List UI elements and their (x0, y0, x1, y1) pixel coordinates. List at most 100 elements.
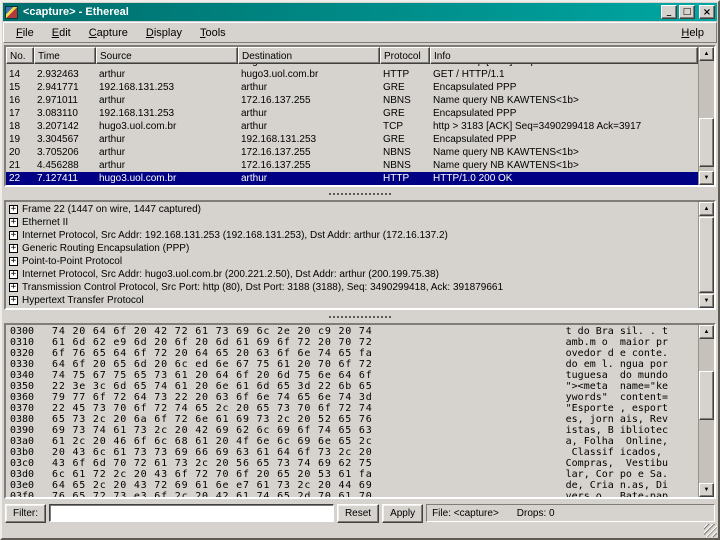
scroll-down-icon[interactable]: ▼ (699, 294, 714, 308)
maximize-button[interactable]: □ (679, 5, 695, 19)
scroll-up-icon[interactable]: ▲ (699, 202, 714, 216)
scroll-thumb[interactable] (699, 370, 714, 420)
filter-bar: Filter: Reset Apply File: <capture> Drop… (2, 501, 718, 525)
hex-row[interactable]: 03c0 43 6f 6d 70 72 61 73 2c 20 56 65 73 … (10, 458, 694, 469)
scroll-track[interactable] (699, 61, 714, 171)
menu-display[interactable]: Display (137, 25, 191, 41)
hex-row[interactable]: 0300 74 20 64 6f 20 42 72 61 73 69 6c 2e … (10, 326, 694, 337)
hex-ascii: do em l. ngua por (565, 359, 668, 370)
hex-offset: 03c0 (10, 458, 35, 469)
expander-icon[interactable]: + (9, 270, 18, 279)
packet-row[interactable]: 21 4.456288 arthur 172.16.137.255 NBNS N… (6, 159, 698, 172)
scroll-down-icon[interactable]: ▼ (699, 483, 714, 497)
scroll-track[interactable] (699, 216, 714, 294)
hex-row[interactable]: 0350 22 3e 3c 6d 65 74 61 20 6e 61 6d 65 … (10, 381, 694, 392)
resize-grip[interactable] (704, 524, 717, 537)
hex-row[interactable]: 0330 64 6f 20 65 6d 20 6c ed 6e 67 75 61 … (10, 359, 694, 370)
expander-icon[interactable]: + (9, 283, 18, 292)
cell-info: Name query NB KAWTENS<1b> (433, 147, 579, 158)
hex-row[interactable]: 03d0 6c 61 72 2c 20 43 6f 72 70 6f 20 65 … (10, 469, 694, 480)
detail-line[interactable]: + Internet Protocol, Src Addr: 192.168.1… (9, 229, 695, 242)
hex-row[interactable]: 03f0 76 65 72 73 e3 6f 2c 20 42 61 74 65 … (10, 491, 694, 497)
expander-icon[interactable]: + (9, 244, 18, 253)
cell-protocol: NBNS (383, 95, 411, 106)
expander-icon[interactable]: + (9, 296, 18, 305)
column-destination[interactable]: Destination (238, 47, 380, 64)
close-button[interactable]: × (699, 5, 715, 19)
pane-splitter[interactable] (4, 187, 716, 200)
hex-offset: 0360 (10, 392, 35, 403)
packet-row-selected[interactable]: 22 7.127411 hugo3.uol.com.br arthur HTTP… (6, 172, 698, 185)
expander-icon[interactable]: + (9, 231, 18, 240)
hex-row[interactable]: 0390 69 73 74 61 73 2c 20 42 69 62 6c 69 … (10, 425, 694, 436)
hex-ascii: a, Folha Online, (565, 436, 668, 447)
cell-time: 7.127411 (37, 173, 78, 184)
cell-no: 22 (9, 173, 21, 184)
detail-line[interactable]: + Transmission Control Protocol, Src Por… (9, 281, 695, 294)
hex-row[interactable]: 03b0 20 43 6c 61 73 73 69 66 69 63 61 64 … (10, 447, 694, 458)
scroll-track[interactable] (699, 339, 714, 483)
expander-icon[interactable]: + (9, 257, 18, 266)
detail-line[interactable]: + Ethernet II (9, 216, 695, 229)
detail-line[interactable]: + Generic Routing Encapsulation (PPP) (9, 242, 695, 255)
cell-info: Encapsulated PPP (433, 82, 517, 93)
packet-list-body: 13 2.929351 arthur hugo3.uol.com.br TCP … (6, 64, 698, 185)
packet-row[interactable]: 20 3.705206 arthur 172.16.137.255 NBNS N… (6, 146, 698, 159)
hex-bytes: 65 73 2c 20 6a 6f 72 6e 61 69 73 2c 20 5… (52, 414, 373, 425)
column-time[interactable]: Time (34, 47, 96, 64)
column-source[interactable]: Source (96, 47, 238, 64)
hex-row[interactable]: 0310 61 6d 62 e9 6d 20 6f 20 6d 61 69 6f … (10, 337, 694, 348)
hex-row[interactable]: 0340 74 75 67 75 65 73 61 20 64 6f 20 6d … (10, 370, 694, 381)
scroll-thumb[interactable] (699, 216, 714, 294)
splitter-handle-icon[interactable] (329, 315, 391, 318)
menu-tools[interactable]: Tools (191, 25, 235, 41)
reset-button[interactable]: Reset (336, 503, 380, 523)
hex-bytes: 69 73 74 61 73 2c 20 42 69 62 6c 69 6f 7… (52, 425, 373, 436)
hex-row[interactable]: 03a0 61 2c 20 46 6f 6c 68 61 20 4f 6e 6c … (10, 436, 694, 447)
splitter-handle-icon[interactable] (329, 192, 391, 195)
detail-line[interactable]: + Internet Protocol, Src Addr: hugo3.uol… (9, 268, 695, 281)
expander-icon[interactable]: + (9, 218, 18, 227)
minimize-button[interactable]: _ (661, 5, 677, 19)
packet-list-scrollbar[interactable]: ▲ ▼ (698, 47, 714, 185)
column-protocol[interactable]: Protocol (380, 47, 430, 64)
expander-icon[interactable]: + (9, 205, 18, 214)
menu-file[interactable]: File (7, 25, 43, 41)
details-scrollbar[interactable]: ▲ ▼ (698, 202, 714, 308)
packet-row[interactable]: 19 3.304567 arthur 192.168.131.253 GRE E… (6, 133, 698, 146)
packet-row[interactable]: 15 2.941771 192.168.131.253 arthur GRE E… (6, 81, 698, 94)
column-no[interactable]: No. (6, 47, 34, 64)
detail-line[interactable]: + Frame 22 (1447 on wire, 1447 captured) (9, 203, 695, 216)
detail-text: Hypertext Transfer Protocol (22, 295, 144, 306)
detail-line[interactable]: + Hypertext Transfer Protocol (9, 294, 695, 307)
scroll-down-icon[interactable]: ▼ (699, 171, 714, 185)
filter-button[interactable]: Filter: (5, 503, 46, 523)
hex-row[interactable]: 0360 79 77 6f 72 64 73 22 20 63 6f 6e 74 … (10, 392, 694, 403)
packet-row[interactable]: 17 3.083110 192.168.131.253 arthur GRE E… (6, 107, 698, 120)
hex-row[interactable]: 0320 6f 76 65 64 6f 72 20 64 65 20 63 6f … (10, 348, 694, 359)
hex-row[interactable]: 0370 22 45 73 70 6f 72 74 65 2c 20 65 73 … (10, 403, 694, 414)
packet-row[interactable]: 18 3.207142 hugo3.uol.com.br arthur TCP … (6, 120, 698, 133)
menu-edit[interactable]: Edit (43, 25, 80, 41)
pane-splitter[interactable] (4, 310, 716, 323)
hex-row[interactable]: 03e0 64 65 2c 20 43 72 69 61 6e e7 61 73 … (10, 480, 694, 491)
column-info[interactable]: Info (430, 47, 698, 64)
apply-button[interactable]: Apply (382, 503, 424, 523)
cell-time: 4.456288 (37, 160, 79, 171)
scroll-thumb[interactable] (699, 118, 714, 167)
filter-input[interactable] (49, 504, 334, 522)
scroll-up-icon[interactable]: ▲ (699, 325, 714, 339)
packet-row[interactable]: 14 2.932463 arthur hugo3.uol.com.br HTTP… (6, 68, 698, 81)
menu-help[interactable]: Help (672, 25, 713, 41)
detail-line[interactable]: + Point-to-Point Protocol (9, 255, 695, 268)
app-icon (5, 5, 18, 19)
cell-protocol: NBNS (383, 147, 411, 158)
hex-scrollbar[interactable]: ▲ ▼ (698, 325, 714, 497)
titlebar[interactable]: <capture> - Ethereal _ □ × (3, 3, 717, 21)
hex-bytes: 61 2c 20 46 6f 6c 68 61 20 4f 6e 6c 69 6… (52, 436, 373, 447)
hex-row[interactable]: 0380 65 73 2c 20 6a 6f 72 6e 61 69 73 2c … (10, 414, 694, 425)
cell-no: 16 (9, 95, 21, 106)
packet-row[interactable]: 16 2.971011 arthur 172.16.137.255 NBNS N… (6, 94, 698, 107)
scroll-up-icon[interactable]: ▲ (699, 47, 714, 61)
menu-capture[interactable]: Capture (80, 25, 137, 41)
